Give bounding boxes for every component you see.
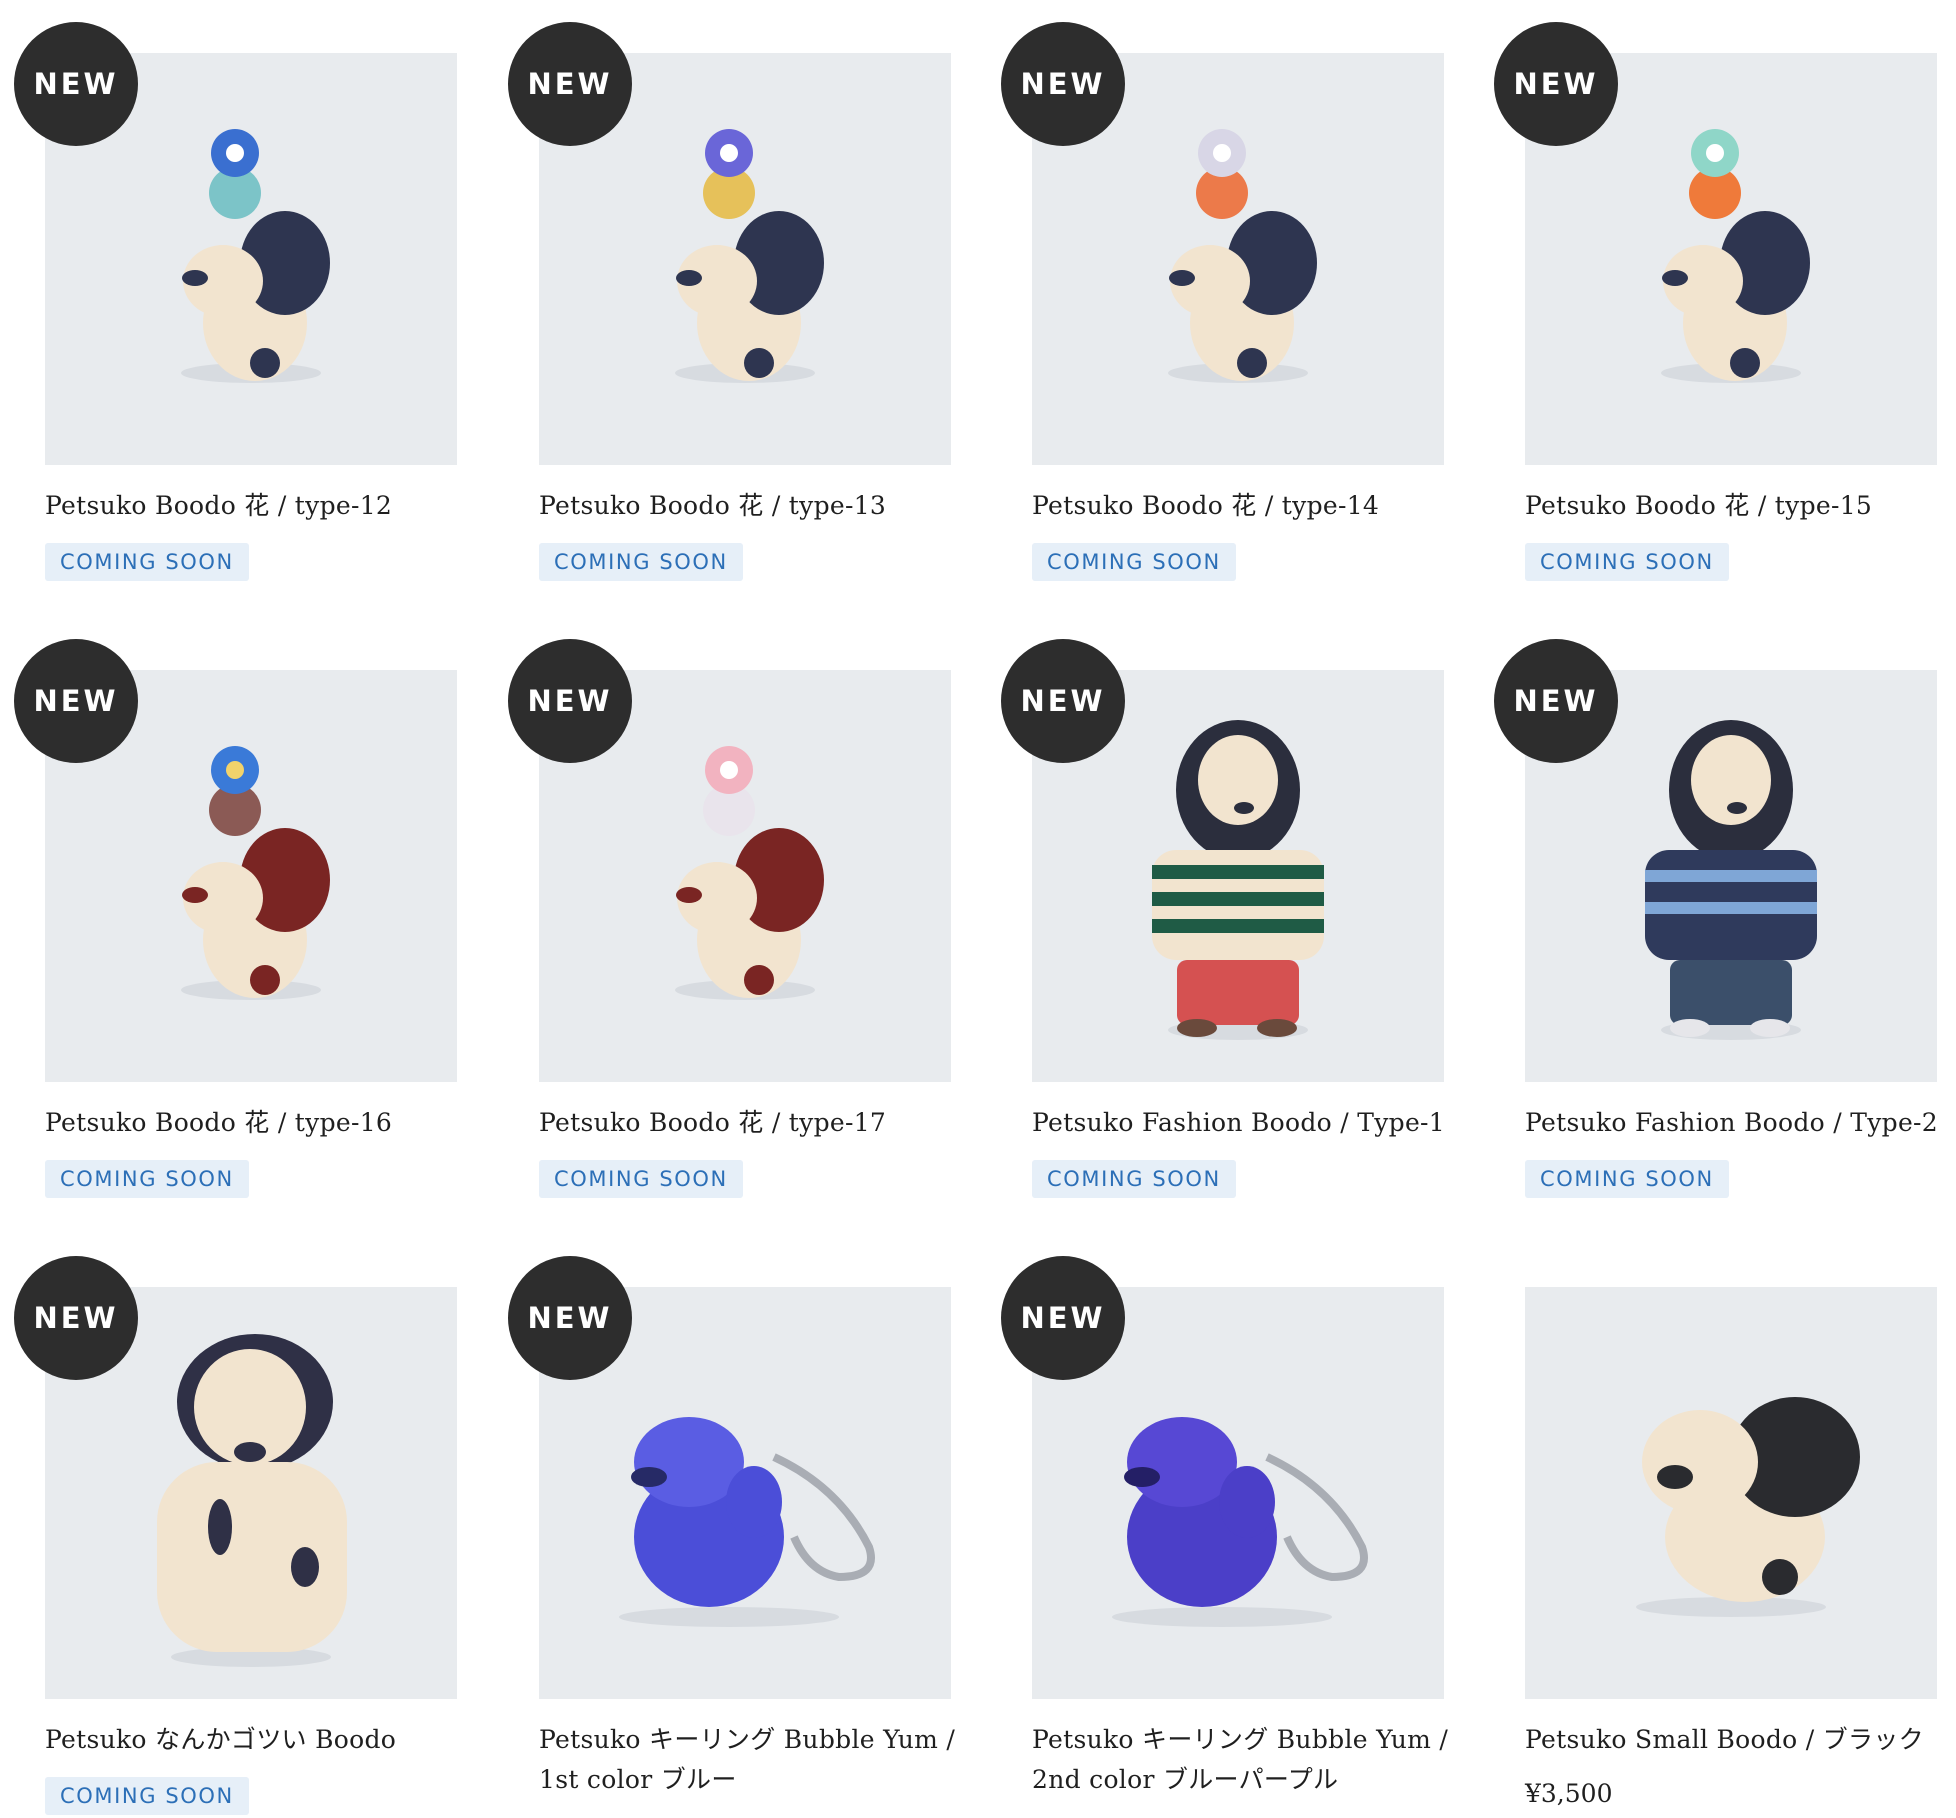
product-title[interactable]: Petsuko キーリング Bubble Yum / 1st color ブルー bbox=[539, 1720, 959, 1800]
small-dog-figure-icon bbox=[1636, 1397, 1860, 1617]
new-badge: NEW bbox=[1001, 1256, 1125, 1380]
coming-soon-badge: COMING SOON bbox=[45, 1160, 249, 1198]
product-title[interactable]: Petsuko Boodo 花 / type-15 bbox=[1525, 486, 1945, 526]
product-title[interactable]: Petsuko Boodo 花 / type-16 bbox=[45, 1103, 465, 1143]
coming-soon-badge: COMING SOON bbox=[45, 543, 249, 581]
product-title[interactable]: Petsuko Boodo 花 / type-13 bbox=[539, 486, 959, 526]
product-image[interactable] bbox=[1525, 1287, 1937, 1699]
new-badge: NEW bbox=[1494, 22, 1618, 146]
product-grid: NEW Petsuko Boodo 花 / type-12 COMING SOO… bbox=[0, 0, 1956, 1818]
product-title[interactable]: Petsuko Boodo 花 / type-14 bbox=[1032, 486, 1452, 526]
coming-soon-badge: COMING SOON bbox=[1032, 543, 1236, 581]
product-title[interactable]: Petsuko なんかゴツい Boodo bbox=[45, 1720, 465, 1760]
new-badge: NEW bbox=[508, 22, 632, 146]
new-badge: NEW bbox=[1494, 639, 1618, 763]
new-badge: NEW bbox=[1001, 639, 1125, 763]
new-badge: NEW bbox=[14, 22, 138, 146]
coming-soon-badge: COMING SOON bbox=[45, 1777, 249, 1815]
new-badge: NEW bbox=[14, 1256, 138, 1380]
product-title[interactable]: Petsuko Boodo 花 / type-17 bbox=[539, 1103, 959, 1143]
product-title[interactable]: Petsuko Fashion Boodo / Type-1 bbox=[1032, 1103, 1452, 1143]
coming-soon-badge: COMING SOON bbox=[1032, 1160, 1236, 1198]
product-title[interactable]: Petsuko Boodo 花 / type-12 bbox=[45, 486, 465, 526]
new-badge: NEW bbox=[508, 639, 632, 763]
new-badge: NEW bbox=[14, 639, 138, 763]
coming-soon-badge: COMING SOON bbox=[1525, 1160, 1729, 1198]
product-title[interactable]: Petsuko Small Boodo / ブラック bbox=[1525, 1720, 1945, 1760]
new-badge: NEW bbox=[1001, 22, 1125, 146]
new-badge: NEW bbox=[508, 1256, 632, 1380]
coming-soon-badge: COMING SOON bbox=[1525, 543, 1729, 581]
product-price: ¥3,500 bbox=[1525, 1779, 1613, 1808]
product-title[interactable]: Petsuko Fashion Boodo / Type-2 bbox=[1525, 1103, 1945, 1143]
coming-soon-badge: COMING SOON bbox=[539, 543, 743, 581]
coming-soon-badge: COMING SOON bbox=[539, 1160, 743, 1198]
product-title[interactable]: Petsuko キーリング Bubble Yum / 2nd color ブルー… bbox=[1032, 1720, 1452, 1800]
